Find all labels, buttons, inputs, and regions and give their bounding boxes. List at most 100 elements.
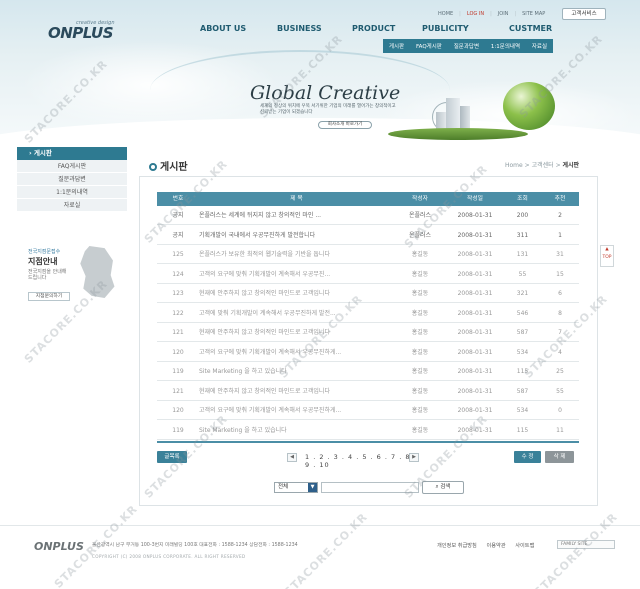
next-page-icon[interactable]: ▶ bbox=[409, 453, 419, 462]
search-field-value: 전체 bbox=[278, 484, 289, 490]
sidebar-item-qna[interactable]: 질문과답변 bbox=[17, 173, 127, 186]
home-link[interactable]: HOME bbox=[432, 11, 459, 17]
subnav-board[interactable]: 게시판 bbox=[389, 42, 404, 50]
post-subject[interactable]: 기획개발이 국내에서 우공무진하게 발전합니다 bbox=[199, 226, 394, 245]
post-subject[interactable]: 고객의 요구에 맞춰 기획개발이 계속해서 우공무진하게... bbox=[199, 343, 394, 362]
privacy-policy-link[interactable]: 개인정보 취급방침 bbox=[437, 543, 477, 549]
nav-product[interactable]: PRODUCT bbox=[352, 24, 395, 33]
sidebar-item-label: 게시판 bbox=[33, 149, 52, 157]
post-recommend: 55 bbox=[556, 387, 564, 395]
nav-business[interactable]: BUSINESS bbox=[277, 24, 322, 33]
post-subject[interactable]: 고객의 요구에 맞춰 기획개발이 계속해서 우공무진... bbox=[199, 265, 394, 284]
edit-button[interactable]: 수 정 bbox=[514, 451, 541, 463]
sitemap-link[interactable]: SITE MAP bbox=[516, 11, 551, 17]
post-number: 122 bbox=[172, 309, 184, 317]
chevron-down-icon: ▼ bbox=[308, 483, 317, 492]
table-row[interactable]: 121 현재에 안주하지 않고 창의적인 마인드로 고객입니다 홍길동 2008-01… bbox=[157, 323, 579, 342]
table-row[interactable]: 120 고객의 요구에 맞춰 기획개발이 계속해서 우공무진하게... 홍길동 200… bbox=[157, 343, 579, 362]
post-subject[interactable]: 온플러스가 보유한 최적의 웹기술력을 기반을 둡니다 bbox=[199, 245, 394, 264]
subnav-archive[interactable]: 자료실 bbox=[532, 42, 547, 50]
sidebar-menu: › 게시판 FAQ게시판 질문과답변 1:1문의내역 자료실 bbox=[17, 147, 127, 212]
post-views: 546 bbox=[516, 309, 529, 317]
join-link[interactable]: JOIN bbox=[492, 11, 515, 17]
customer-service-button[interactable]: 고객서비스 bbox=[562, 8, 606, 20]
prev-page-icon[interactable]: ◀ bbox=[287, 453, 297, 462]
post-subject[interactable]: 고객의 요구에 맞춰 기획개발이 계속해서 우공무진하게... bbox=[199, 401, 394, 420]
table-row[interactable]: 121 현재에 안주하지 않고 창의적인 마인드로 고객입니다 홍길동 2008-01… bbox=[157, 382, 579, 401]
logo-text: ONPLUS bbox=[48, 24, 114, 42]
table-row[interactable]: 122 고객에 맞춰 기획개발이 계속해서 우공무진하게 발전... 홍길동 2008… bbox=[157, 304, 579, 323]
site-logo[interactable]: creative design ONPLUS bbox=[48, 20, 128, 44]
post-date: 2008-01-31 bbox=[457, 387, 493, 395]
notice-row[interactable]: 공지 기획개발이 국내에서 우공무진하게 발전합니다 온플러스 2008-01-31 3… bbox=[157, 226, 579, 245]
subnav-faq[interactable]: FAQ게시판 bbox=[416, 42, 442, 50]
page-title: 게시판 bbox=[149, 158, 188, 173]
post-views: 115 bbox=[516, 368, 529, 375]
column-author: 작성자 bbox=[412, 196, 428, 202]
post-views: 131 bbox=[516, 251, 529, 258]
table-row[interactable]: 124 고객의 요구에 맞춰 기획개발이 계속해서 우공무진... 홍길동 2008-… bbox=[157, 265, 579, 284]
post-subject[interactable]: 현재에 안주하지 않고 창의적인 마인드로 고객입니다 bbox=[199, 284, 394, 303]
post-views: 200 bbox=[516, 212, 529, 219]
sidebar-item-archive[interactable]: 자료실 bbox=[17, 199, 127, 212]
post-subject[interactable]: 온플러스는 세계에 뒤지지 않고 창의적인 마인 ... bbox=[199, 206, 394, 225]
table-row[interactable]: 123 현재에 안주하지 않고 창의적인 마인드로 고객입니다 홍길동 2008-01… bbox=[157, 284, 579, 303]
post-subject[interactable]: 고객에 맞춰 기획개발이 계속해서 우공무진하게 발전... bbox=[199, 304, 394, 323]
nav-about-us[interactable]: ABOUT US bbox=[200, 24, 246, 33]
page-numbers[interactable]: 1 . 2 . 3 . 4 . 5 . 6 . 7 . 8 . 9 . 10 bbox=[305, 453, 419, 469]
branch-info-caption: 전국지점문접수 bbox=[28, 249, 61, 255]
post-views: 587 bbox=[516, 387, 529, 395]
family-site-select[interactable]: FAMILY SITE bbox=[557, 540, 615, 549]
post-recommend: 2 bbox=[558, 212, 562, 219]
search-input[interactable] bbox=[321, 482, 419, 493]
post-number: 123 bbox=[172, 290, 184, 297]
post-author: 온플러스 bbox=[408, 231, 432, 239]
green-globe-graphic bbox=[503, 82, 555, 130]
nav-customer[interactable]: CUSTMER bbox=[509, 24, 552, 33]
terms-link[interactable]: 이용약관 bbox=[487, 543, 506, 549]
top-utility-menu: HOME | LOG IN | JOIN | SITE MAP bbox=[432, 11, 551, 17]
breadcrumb: Home > 고객센터 > 게시판 bbox=[505, 162, 580, 169]
hero-slogan: Global Creative bbox=[250, 82, 401, 104]
post-views: 534 bbox=[516, 348, 529, 356]
scroll-top-button[interactable]: ▲ TOP bbox=[600, 245, 614, 267]
post-subject[interactable]: Site Marketing 을 하고 있습니다 bbox=[199, 362, 394, 381]
sidebar-item-board[interactable]: › 게시판 bbox=[17, 147, 127, 160]
search-field-select[interactable]: 전체 ▼ bbox=[274, 482, 318, 493]
delete-button[interactable]: 삭 제 bbox=[545, 451, 574, 463]
table-row[interactable]: 119 Site Marketing 을 하고 있습니다 홍길동 2008-01-31… bbox=[157, 421, 579, 440]
breadcrumb-home[interactable]: Home bbox=[505, 162, 523, 169]
post-subject[interactable]: 현재에 안주하지 않고 창의적인 마인드로 고객입니다 bbox=[199, 382, 394, 401]
branch-inquiry-button[interactable]: 지점문의하기 bbox=[28, 292, 70, 301]
post-number: 121 bbox=[172, 387, 184, 395]
sitemap-footer-link[interactable]: 사이트맵 bbox=[515, 543, 534, 549]
search-bar: 전체 ▼ ⌕ 검색 bbox=[274, 481, 466, 494]
breadcrumb-current: 게시판 bbox=[562, 162, 580, 169]
table-row[interactable]: 120 고객의 요구에 맞춰 기획개발이 계속해서 우공무진하게... 홍길동 200… bbox=[157, 401, 579, 420]
sidebar-item-inquiry[interactable]: 1:1문의내역 bbox=[17, 186, 127, 199]
sidebar-item-faq[interactable]: FAQ게시판 bbox=[17, 160, 127, 173]
post-subject[interactable]: Site Marketing 을 하고 있습니다 bbox=[199, 421, 394, 440]
post-subject[interactable]: 현재에 안주하지 않고 창의적인 마인드로 고객입니다 bbox=[199, 323, 394, 342]
post-date: 2008-01-31 bbox=[457, 212, 493, 219]
search-button[interactable]: ⌕ 검색 bbox=[422, 481, 464, 494]
post-author: 홍길동 bbox=[411, 387, 429, 395]
subnav-qna[interactable]: 질문과답변 bbox=[454, 42, 479, 50]
post-date: 2008-01-31 bbox=[457, 270, 493, 278]
list-button[interactable]: 글목록 bbox=[157, 451, 187, 463]
footer-logo: ONPLUS bbox=[34, 540, 84, 553]
post-author: 온플러스 bbox=[408, 212, 432, 219]
company-intro-button[interactable]: 회사소개 바로가기 bbox=[318, 121, 372, 129]
branch-info-title: 지점안내 bbox=[28, 257, 58, 266]
subnav-inquiry[interactable]: 1:1문의내역 bbox=[491, 42, 520, 50]
table-row[interactable]: 119 Site Marketing 을 하고 있습니다 홍길동 2008-01-31… bbox=[157, 362, 579, 381]
notice-row[interactable]: 공지 온플러스는 세계에 뒤지지 않고 창의적인 마인 ... 온플러스 2008-0… bbox=[157, 206, 579, 225]
nav-publicity[interactable]: PUBLICITY bbox=[422, 24, 469, 33]
main-navigation: ABOUT US BUSINESS PRODUCT PUBLICITY CUST… bbox=[195, 24, 575, 36]
login-link[interactable]: LOG IN bbox=[461, 11, 490, 17]
post-number: 124 bbox=[172, 270, 184, 278]
breadcrumb-customer[interactable]: 고객센터 bbox=[532, 162, 554, 169]
post-recommend: 7 bbox=[558, 329, 562, 336]
table-row[interactable]: 125 온플러스가 보유한 최적의 웹기술력을 기반을 둡니다 홍길동 2008-01… bbox=[157, 245, 579, 264]
branch-info-box: 전국지점문접수 지점안내 전국지점을 안내해드립니다 지점문의하기 bbox=[28, 248, 118, 304]
